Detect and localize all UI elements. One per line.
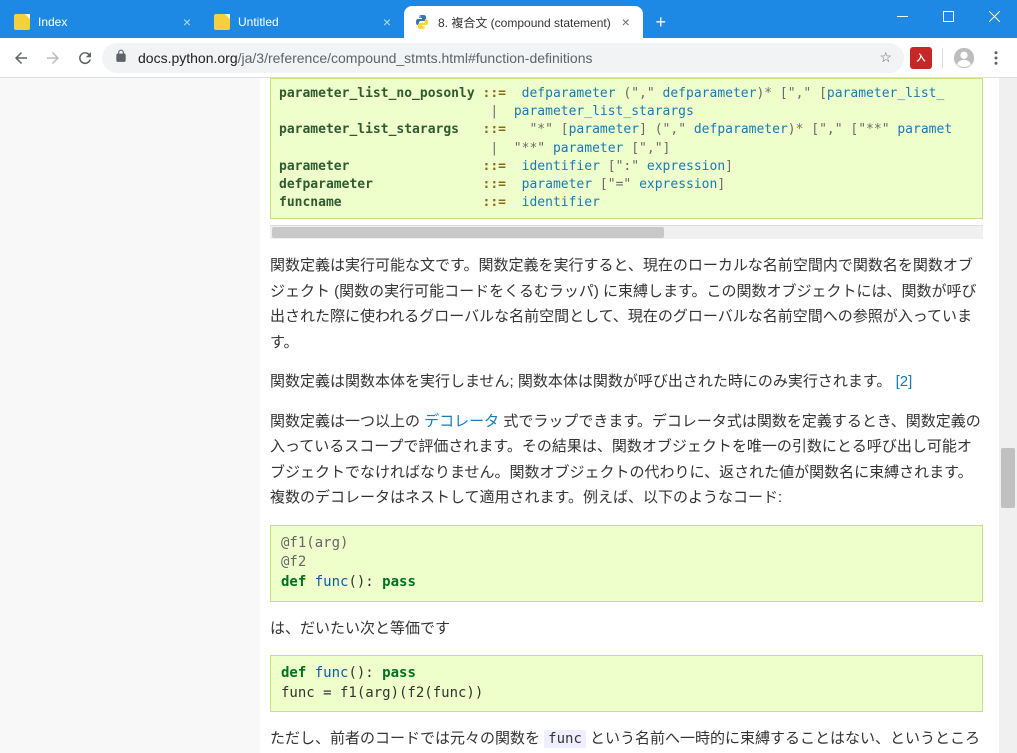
file-icon xyxy=(14,14,30,30)
tab-title: Index xyxy=(38,15,172,29)
main-content: parameter_list_no_posonly ::= defparamet… xyxy=(260,78,999,753)
footnote-link[interactable]: [2] xyxy=(896,373,913,390)
maximize-button[interactable] xyxy=(925,0,971,32)
forward-button[interactable] xyxy=(38,43,68,73)
file-icon xyxy=(214,14,230,30)
scrollbar-thumb[interactable] xyxy=(1001,448,1015,508)
paragraph: 関数定義は一つ以上の デコレータ 式でラップできます。デコレータ式は関数を定義す… xyxy=(270,409,983,511)
menu-button[interactable] xyxy=(981,43,1011,73)
inline-code: func xyxy=(544,730,586,748)
separator xyxy=(942,48,943,68)
lock-icon xyxy=(114,49,128,66)
paragraph: ただし、前者のコードでは元々の関数を func という名前へ一時的に束縛すること… xyxy=(270,726,983,753)
star-icon[interactable]: ☆ xyxy=(879,49,892,66)
scrollbar-thumb[interactable] xyxy=(272,227,664,238)
browser-toolbar: docs.python.org/ja/3/reference/compound_… xyxy=(0,38,1017,78)
new-tab-button[interactable]: + xyxy=(647,8,675,36)
paragraph: 関数定義は実行可能な文です。関数定義を実行すると、現在のローカルな名前空間内で関… xyxy=(270,253,983,355)
horizontal-scrollbar[interactable] xyxy=(270,225,983,239)
left-gutter xyxy=(0,78,260,753)
close-icon[interactable]: × xyxy=(380,15,394,29)
close-window-button[interactable] xyxy=(971,0,1017,32)
pdf-extension-button[interactable]: 入 xyxy=(906,43,936,73)
page-body: parameter_list_no_posonly ::= defparamet… xyxy=(0,78,1017,753)
browser-tabs: Index × Untitled × 8. 複合文 (compound stat… xyxy=(0,0,879,38)
minimize-button[interactable] xyxy=(879,0,925,32)
close-icon[interactable]: × xyxy=(180,15,194,29)
close-icon[interactable]: × xyxy=(619,15,633,29)
grammar-definition: parameter_list_no_posonly ::= defparamet… xyxy=(270,78,983,219)
tab-title: 8. 複合文 (compound statement) xyxy=(438,14,611,31)
decorator-link[interactable]: デコレータ xyxy=(424,413,499,430)
vertical-scrollbar[interactable] xyxy=(999,78,1017,753)
back-button[interactable] xyxy=(6,43,36,73)
tab-title: Untitled xyxy=(238,15,372,29)
tab-python-docs[interactable]: 8. 複合文 (compound statement) × xyxy=(404,6,643,38)
tab-index[interactable]: Index × xyxy=(4,6,204,38)
address-bar[interactable]: docs.python.org/ja/3/reference/compound_… xyxy=(102,43,904,73)
titlebar: Index × Untitled × 8. 複合文 (compound stat… xyxy=(0,0,1017,38)
code-example-2: def func(): pass func = f1(arg)(f2(func)… xyxy=(270,655,983,712)
tab-untitled[interactable]: Untitled × xyxy=(204,6,404,38)
url-text: docs.python.org/ja/3/reference/compound_… xyxy=(138,50,869,66)
profile-button[interactable] xyxy=(949,43,979,73)
code-example-1: @f1(arg) @f2 def func(): pass xyxy=(270,525,983,602)
paragraph: は、だいたい次と等価です xyxy=(270,616,983,642)
window-controls xyxy=(879,0,1017,38)
python-icon xyxy=(414,14,430,30)
paragraph: 関数定義は関数本体を実行しません; 関数本体は関数が呼び出された時にのみ実行され… xyxy=(270,369,983,395)
reload-button[interactable] xyxy=(70,43,100,73)
